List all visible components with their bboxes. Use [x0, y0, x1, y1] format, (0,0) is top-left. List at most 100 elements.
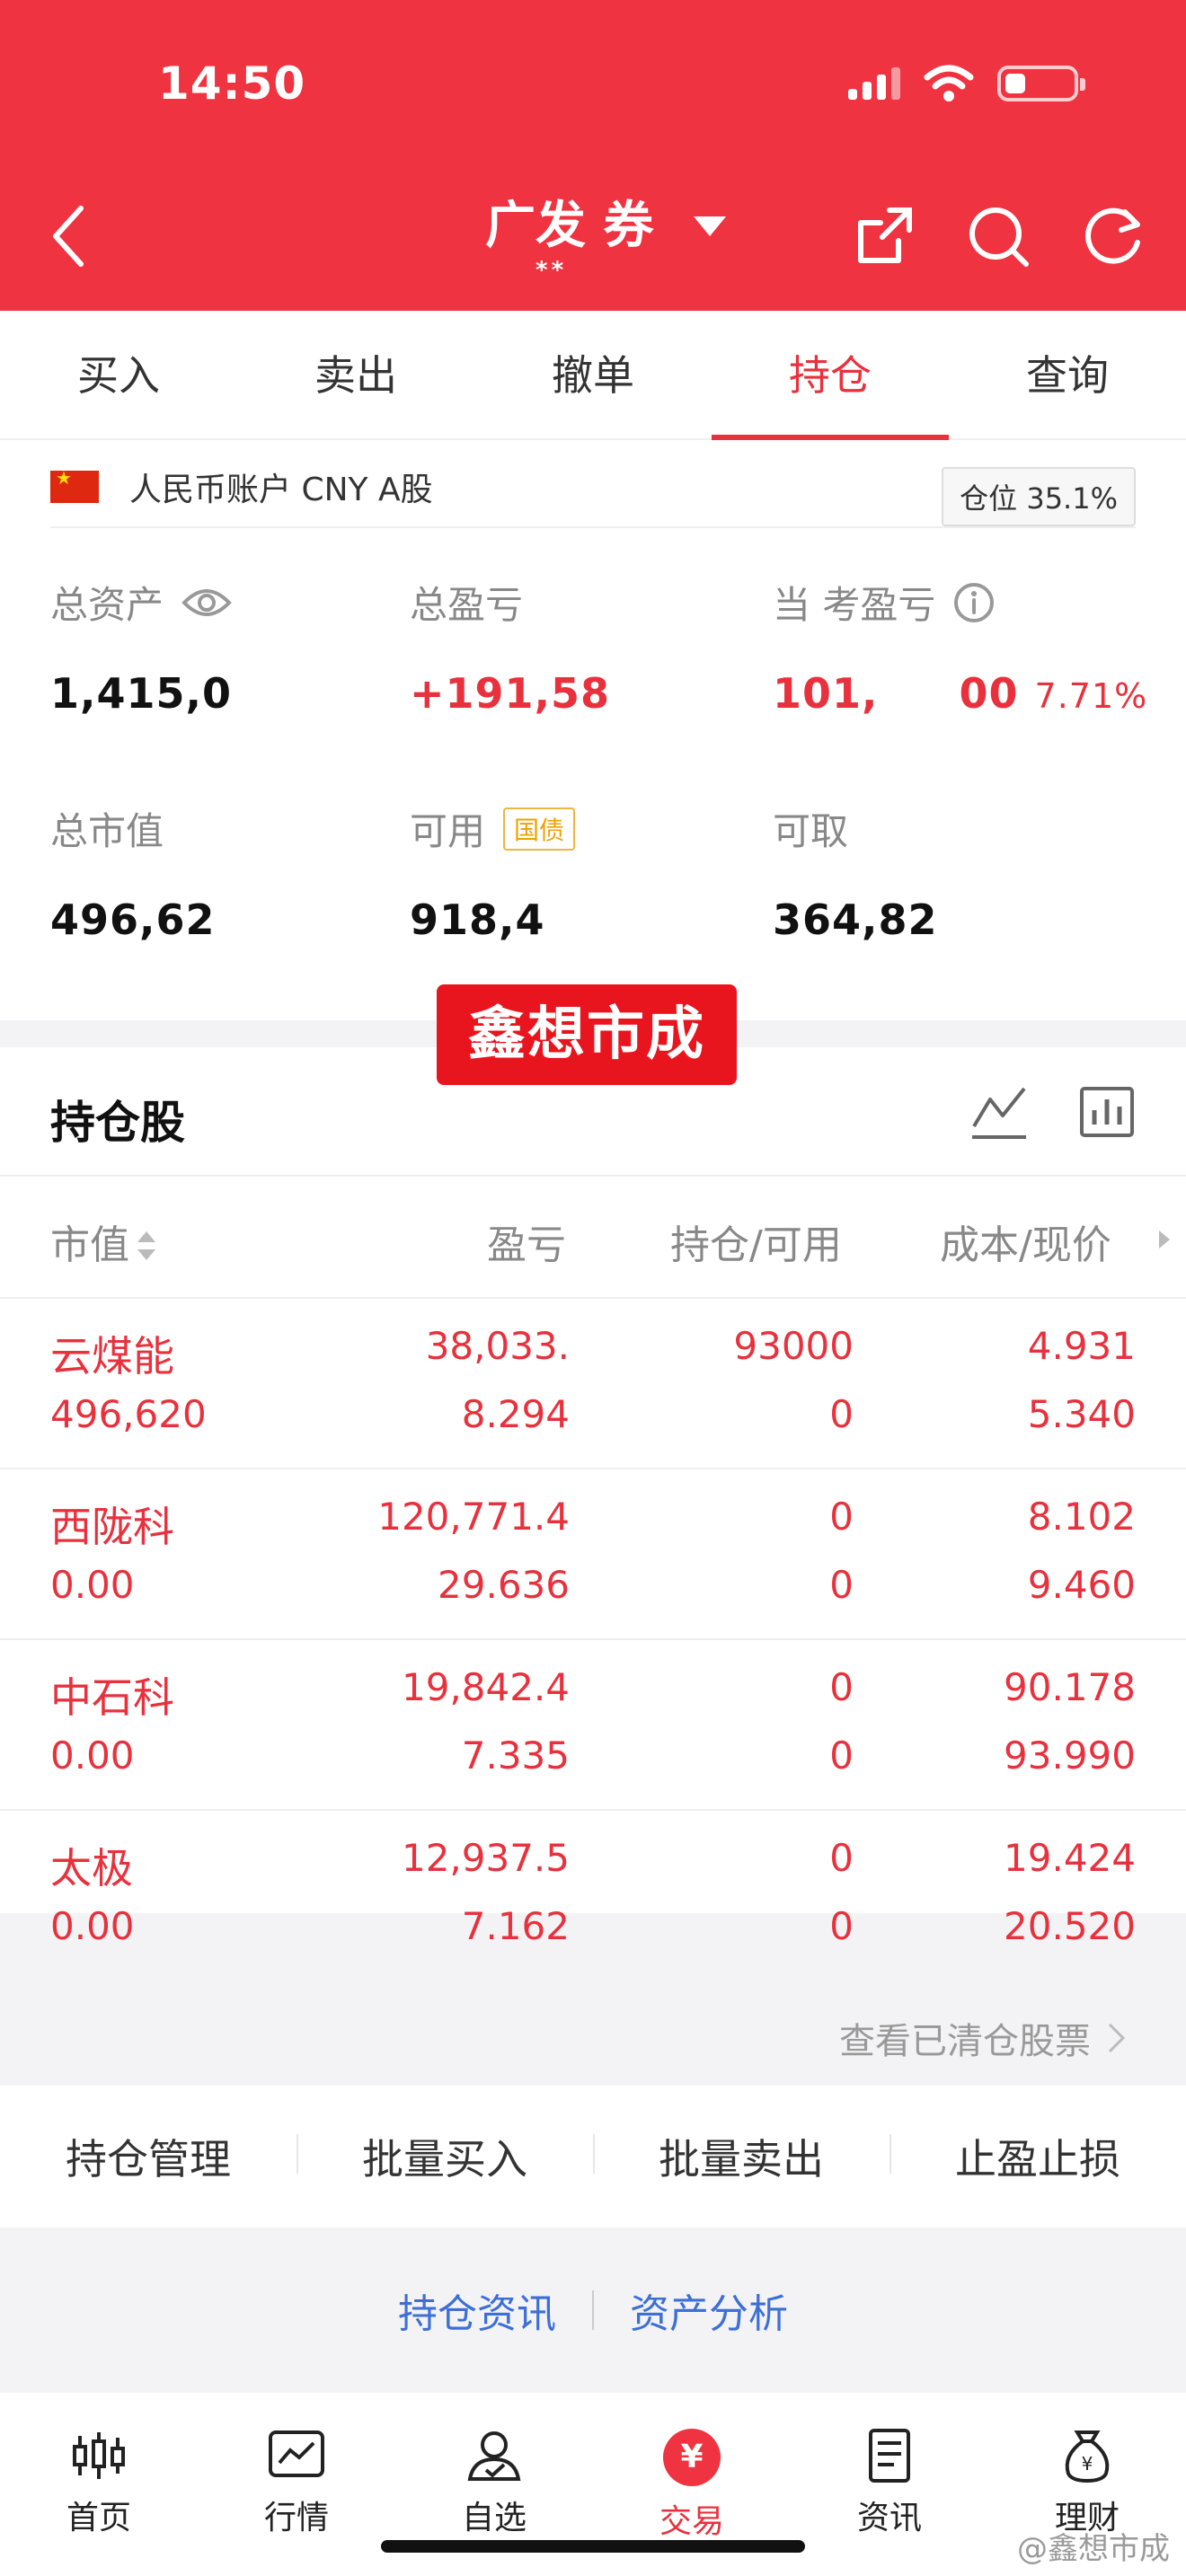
stock-cost: 19.424	[1004, 1836, 1136, 1880]
stock-cost: 90.178	[1004, 1665, 1136, 1709]
candlestick-icon	[73, 2432, 125, 2479]
stock-available: 0	[829, 1392, 854, 1436]
account-type: 人民币账户 CNY A股	[50, 463, 433, 510]
stock-cost: 8.102	[1027, 1495, 1136, 1539]
stock-name: 云煤能	[50, 1332, 174, 1381]
stock-pl-percent: 8.294	[461, 1392, 570, 1436]
stock-pl: 120,771.4	[377, 1495, 570, 1539]
info-links: 持仓资讯 资产分析	[0, 2228, 1186, 2393]
nav-trade-label: 交易	[659, 2503, 724, 2540]
nav-home-label: 首页	[66, 2500, 131, 2536]
share-icon[interactable]	[854, 205, 916, 268]
eye-icon[interactable]	[181, 585, 232, 621]
link-separator	[592, 2290, 594, 2330]
stock-pl-percent: 7.162	[461, 1904, 570, 1948]
broker-selector[interactable]: 广发 券	[485, 185, 726, 258]
stock-name: 太极	[50, 1844, 133, 1892]
stock-market-value: 496,620	[50, 1392, 207, 1436]
holding-row[interactable]: 太极 0.00 12,937.5 7.162 0 0 19.424 20.520	[0, 1811, 1186, 1981]
sort-icon	[137, 1231, 155, 1260]
col-market-value-label: 市值	[50, 1222, 129, 1268]
yen-icon: ¥	[663, 2429, 721, 2486]
battery-icon	[997, 66, 1085, 101]
cellular-signal-icon	[848, 67, 900, 100]
app-header: 14:50 广发 券 **	[0, 0, 1186, 311]
user-check-icon	[467, 2431, 521, 2481]
refresh-icon[interactable]	[1082, 205, 1145, 268]
total-assets-value: 1,415,0	[50, 669, 232, 718]
info-icon[interactable]	[953, 582, 995, 623]
stock-cost: 4.931	[1027, 1324, 1136, 1368]
total-assets-label: 总资产	[50, 575, 232, 630]
stock-name: 西陇科	[50, 1503, 174, 1551]
stock-hold: 0	[829, 1836, 854, 1880]
position-manage-button[interactable]: 持仓管理	[0, 2127, 296, 2186]
stock-price: 5.340	[1027, 1392, 1136, 1436]
chevron-right-icon[interactable]	[1157, 1229, 1172, 1250]
holding-news-link[interactable]: 持仓资讯	[398, 2281, 556, 2339]
holdings-column-header: 市值 盈亏 持仓/可用 成本/现价	[0, 1177, 1186, 1299]
stat-available: 可用 国债 918,4	[410, 801, 576, 944]
trade-tabs: 买入 卖出 撤单 持仓 查询	[0, 311, 1186, 440]
nav-home[interactable]: 首页	[0, 2393, 198, 2576]
account-currency-label: 人民币账户 CNY A股	[129, 472, 433, 508]
stock-pl: 38,033.	[425, 1324, 570, 1368]
market-value-value: 496,62	[50, 895, 216, 944]
stock-available: 0	[829, 1563, 854, 1607]
divider	[50, 526, 1136, 528]
daily-pl-value: 101, 00 7.71%	[773, 669, 1147, 718]
broker-name: 广发 券	[485, 197, 654, 255]
col-pl[interactable]: 盈亏	[487, 1213, 566, 1270]
holding-row[interactable]: 中石科 0.00 19,842.4 7.335 0 0 90.178 93.99…	[0, 1640, 1186, 1811]
stock-pl-percent: 7.335	[461, 1734, 570, 1778]
nav-news[interactable]: 资讯	[791, 2393, 988, 2576]
col-cost-price[interactable]: 成本/现价	[940, 1213, 1111, 1270]
stat-withdrawable: 可取 364,82	[773, 801, 938, 944]
holding-row[interactable]: 西陇科 0.00 120,771.4 29.636 0 0 8.102 9.46…	[0, 1469, 1186, 1640]
tab-cancel[interactable]: 撤单	[474, 311, 712, 438]
tab-query[interactable]: 查询	[949, 311, 1186, 438]
holdings-header: 持仓股	[0, 1047, 1186, 1177]
tab-holdings[interactable]: 持仓	[712, 311, 949, 440]
total-pl-value: +191,58	[410, 669, 611, 718]
stock-name: 中石科	[50, 1673, 174, 1722]
tab-buy[interactable]: 买入	[0, 311, 237, 438]
withdrawable-value: 364,82	[773, 895, 938, 944]
holdings-title: 持仓股	[50, 1097, 185, 1149]
market-chart-icon	[269, 2430, 324, 2477]
take-profit-stop-loss-button[interactable]: 止盈止损	[890, 2127, 1186, 2186]
stock-hold: 0	[829, 1495, 854, 1539]
withdrawable-label: 可取	[773, 809, 849, 853]
stock-available: 0	[829, 1904, 854, 1948]
batch-sell-button[interactable]: 批量卖出	[593, 2127, 890, 2186]
document-icon	[869, 2429, 910, 2483]
stock-pl: 12,937.5	[401, 1836, 570, 1880]
account-panel: 人民币账户 CNY A股 仓位 35.1% 总资产 1,415,0 总盈亏 +1…	[0, 440, 1186, 1948]
asset-analysis-link[interactable]: 资产分析	[630, 2281, 788, 2339]
stock-available: 0	[829, 1734, 854, 1778]
market-value-label: 总市值	[50, 809, 164, 853]
nav-market[interactable]: 行情	[198, 2393, 395, 2576]
status-icons	[848, 65, 1085, 102]
daily-pl-percent: 7.71%	[1034, 676, 1148, 716]
col-hold-available[interactable]: 持仓/可用	[670, 1213, 842, 1270]
back-arrow-icon[interactable]	[50, 205, 86, 268]
tab-sell[interactable]: 卖出	[237, 311, 474, 438]
treasury-bond-tag[interactable]: 国债	[503, 807, 576, 851]
account-subtitle: **	[535, 257, 568, 284]
status-time: 14:50	[158, 57, 306, 110]
nav-watchlist-label: 自选	[461, 2500, 527, 2536]
stock-price: 93.990	[1004, 1734, 1136, 1778]
holdings-view-icons	[970, 1083, 1136, 1141]
cleared-stocks-link[interactable]: 查看已清仓股票	[839, 2012, 1127, 2064]
batch-buy-button[interactable]: 批量买入	[296, 2127, 593, 2186]
chevron-right-icon	[1108, 2023, 1126, 2053]
holding-actions: 持仓管理 批量买入 批量卖出 止盈止损	[0, 2086, 1186, 2228]
bar-chart-icon[interactable]	[1078, 1083, 1136, 1141]
line-chart-icon[interactable]	[970, 1083, 1028, 1141]
stock-hold: 93000	[733, 1324, 854, 1368]
holding-row[interactable]: 云煤能 496,620 38,033. 8.294 93000 0 4.931 …	[0, 1299, 1186, 1469]
stock-market-value: 0.00	[50, 1563, 135, 1607]
col-market-value[interactable]: 市值	[50, 1213, 158, 1270]
search-icon[interactable]	[967, 205, 1031, 269]
